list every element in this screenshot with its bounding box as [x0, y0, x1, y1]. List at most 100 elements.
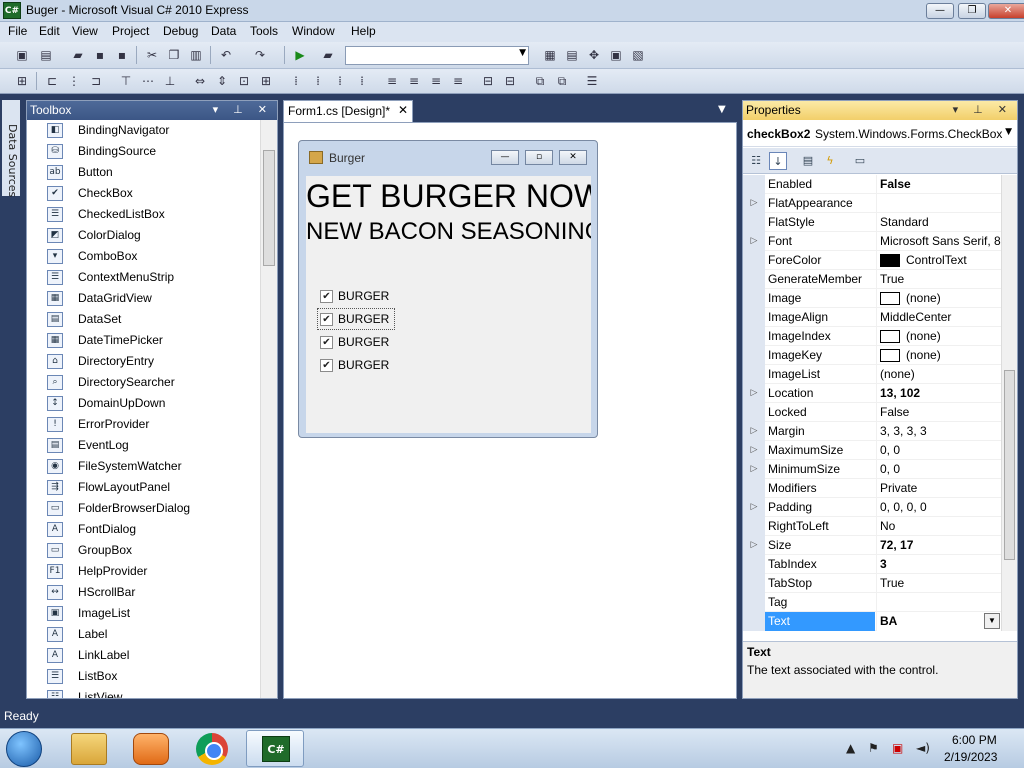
- expand-icon[interactable]: ▷: [743, 384, 765, 403]
- toolbox-scrollbar[interactable]: [260, 120, 277, 698]
- volume-icon[interactable]: ◄): [916, 741, 930, 755]
- subheadline-label[interactable]: NEW BACON SEASONING: [306, 218, 591, 246]
- find-combobox[interactable]: ▼: [345, 46, 529, 65]
- save-all-icon[interactable]: ▪: [114, 47, 130, 63]
- vertical-spacing-icon[interactable]: ≡: [384, 73, 400, 89]
- property-row-flatappearance[interactable]: ▷ FlatAppearance: [743, 194, 1002, 213]
- visual-csharp-taskbar-button[interactable]: C#: [246, 730, 304, 767]
- toolbox-item[interactable]: ⌕ DirectorySearcher: [27, 372, 260, 393]
- panel-header-icons[interactable]: ▾ ⊥ ✕: [213, 101, 273, 120]
- property-row-enabled[interactable]: Enabled False: [743, 175, 1002, 194]
- property-row-location[interactable]: ▷ Location 13, 102: [743, 384, 1002, 403]
- property-row-generatemember[interactable]: GenerateMember True: [743, 270, 1002, 289]
- property-row-imageindex[interactable]: ImageIndex (none): [743, 327, 1002, 346]
- remove-v-spacing-icon[interactable]: ≡: [450, 73, 466, 89]
- toolbox-item[interactable]: ▦ DataGridView: [27, 288, 260, 309]
- increase-v-spacing-icon[interactable]: ≡: [406, 73, 422, 89]
- expand-icon[interactable]: ▷: [743, 194, 765, 213]
- toolbox-item[interactable]: ↕ DomainUpDown: [27, 393, 260, 414]
- undo-icon[interactable]: ↶: [218, 47, 234, 63]
- size-to-grid-icon[interactable]: ⊞: [258, 73, 274, 89]
- tab-order-icon[interactable]: ☰: [584, 73, 600, 89]
- property-value[interactable]: MiddleCenter: [876, 308, 1002, 327]
- start-button[interactable]: [6, 731, 42, 767]
- toolbox-item[interactable]: ab Button: [27, 162, 260, 183]
- form-window[interactable]: Burger — ▫ ✕ GET BURGER NOW NEW BACON SE…: [298, 140, 598, 438]
- property-value[interactable]: False: [876, 403, 1002, 422]
- find-in-files-icon[interactable]: ▰: [320, 47, 336, 63]
- toolbox-item[interactable]: ▤ EventLog: [27, 435, 260, 456]
- action-center-icon[interactable]: ⚑: [868, 741, 879, 755]
- property-value[interactable]: 0, 0: [876, 460, 1002, 479]
- paste-icon[interactable]: ▥: [188, 47, 204, 63]
- make-same-size-icon[interactable]: ⊡: [236, 73, 252, 89]
- menu-project[interactable]: Project: [112, 24, 149, 38]
- extension-manager-icon[interactable]: ▧: [630, 47, 646, 63]
- minimize-button[interactable]: —: [926, 3, 954, 19]
- clock-date[interactable]: 2/19/2023: [944, 750, 997, 764]
- increase-h-spacing-icon[interactable]: ⁞: [310, 73, 326, 89]
- property-row-imagealign[interactable]: ImageAlign MiddleCenter: [743, 308, 1002, 327]
- property-row-margin[interactable]: ▷ Margin 3, 3, 3, 3: [743, 422, 1002, 441]
- toolbox-item[interactable]: ↔ HScrollBar: [27, 582, 260, 603]
- property-value[interactable]: 3: [876, 555, 1002, 574]
- decrease-h-spacing-icon[interactable]: ⁞: [332, 73, 348, 89]
- decrease-v-spacing-icon[interactable]: ≡: [428, 73, 444, 89]
- property-row-maximumsize[interactable]: ▷ MaximumSize 0, 0: [743, 441, 1002, 460]
- property-row-locked[interactable]: Locked False: [743, 403, 1002, 422]
- dropdown-arrow-icon[interactable]: ▼: [984, 613, 1000, 629]
- toolbox-item[interactable]: ⌂ DirectoryEntry: [27, 351, 260, 372]
- property-value[interactable]: [876, 593, 1002, 612]
- bring-to-front-icon[interactable]: ⧉: [532, 73, 548, 89]
- toolbox-item[interactable]: ☰ ContextMenuStrip: [27, 267, 260, 288]
- property-value[interactable]: 13, 102: [876, 384, 1002, 403]
- start-debugging-icon[interactable]: ▶: [292, 47, 308, 63]
- toolbox-item[interactable]: ▦ DateTimePicker: [27, 330, 260, 351]
- properties-window-icon[interactable]: ▤: [564, 47, 580, 63]
- align-centers-icon[interactable]: ⋮: [66, 73, 82, 89]
- property-row-image[interactable]: Image (none): [743, 289, 1002, 308]
- menu-window[interactable]: Window: [292, 24, 335, 38]
- property-value[interactable]: 72, 17: [876, 536, 1002, 555]
- property-value[interactable]: Private: [876, 479, 1002, 498]
- toolbox-item[interactable]: A LinkLabel: [27, 645, 260, 666]
- toolbox-item[interactable]: ⇶ FlowLayoutPanel: [27, 477, 260, 498]
- align-tops-icon[interactable]: ⊤: [118, 73, 134, 89]
- toolbox-window-icon[interactable]: ✥: [586, 47, 602, 63]
- property-value[interactable]: True: [876, 270, 1002, 289]
- categorized-icon[interactable]: ☷: [747, 152, 765, 170]
- close-button[interactable]: ✕: [988, 3, 1024, 19]
- expand-icon[interactable]: ▷: [743, 422, 765, 441]
- toolbox-item[interactable]: ▭ FolderBrowserDialog: [27, 498, 260, 519]
- property-row-size[interactable]: ▷ Size 72, 17: [743, 536, 1002, 555]
- object-selector[interactable]: checkBox2 System.Windows.Forms.CheckBox …: [743, 121, 1017, 147]
- property-row-minimumsize[interactable]: ▷ MinimumSize 0, 0: [743, 460, 1002, 479]
- add-item-icon[interactable]: ▤: [38, 47, 54, 63]
- property-value[interactable]: [876, 194, 1002, 213]
- toolbox-item[interactable]: A FontDialog: [27, 519, 260, 540]
- close-icon[interactable]: ✕: [398, 103, 408, 117]
- redo-icon[interactable]: ↷: [252, 47, 268, 63]
- menu-help[interactable]: Help: [351, 24, 376, 38]
- make-same-width-icon[interactable]: ⇔: [192, 73, 208, 89]
- align-to-grid-icon[interactable]: ⊞: [14, 73, 30, 89]
- expand-icon[interactable]: ▷: [743, 441, 765, 460]
- expand-icon[interactable]: ▷: [743, 536, 765, 555]
- clock-time[interactable]: 6:00 PM: [952, 733, 997, 747]
- active-files-dropdown-icon[interactable]: ▼: [718, 104, 726, 115]
- toolbox-item[interactable]: ✔ CheckBox: [27, 183, 260, 204]
- align-bottoms-icon[interactable]: ⊥: [162, 73, 178, 89]
- property-row-imagekey[interactable]: ImageKey (none): [743, 346, 1002, 365]
- send-to-back-icon[interactable]: ⧉: [554, 73, 570, 89]
- menu-tools[interactable]: Tools: [250, 24, 278, 38]
- data-sources-tab[interactable]: Data Sources: [2, 100, 20, 197]
- maximize-button[interactable]: ❐: [958, 3, 986, 19]
- events-icon[interactable]: ϟ: [821, 152, 839, 170]
- expand-icon[interactable]: ▷: [743, 498, 765, 517]
- center-horizontally-icon[interactable]: ⊟: [480, 73, 496, 89]
- align-rights-icon[interactable]: ⊐: [88, 73, 104, 89]
- align-middles-icon[interactable]: ⋯: [140, 73, 156, 89]
- property-row-text[interactable]: Text BA ▼: [743, 612, 1002, 631]
- properties-icon[interactable]: ▤: [799, 152, 817, 170]
- property-value[interactable]: BA ▼: [876, 612, 1002, 631]
